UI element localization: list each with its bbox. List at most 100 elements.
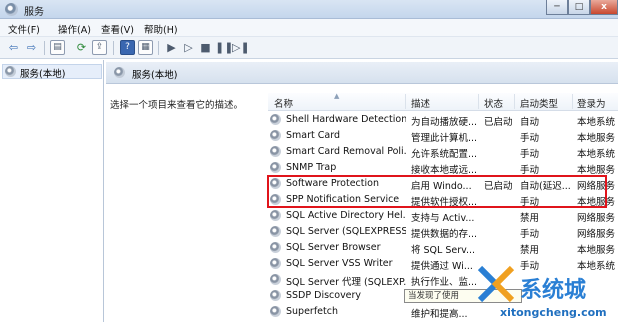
table-row[interactable]: SQL Server (SQLEXPRESS) 提供数据的存... 手动 网络服务: [268, 224, 618, 240]
table-row[interactable]: SQL Server Browser 将 SQL Serv... 禁用 本地服务: [268, 240, 618, 256]
service-description: 为自动播放硬...: [411, 117, 476, 128]
service-description: 启用 Windo...: [411, 181, 472, 192]
service-name: Software Protection: [286, 178, 379, 189]
forward-icon[interactable]: ⇨: [24, 40, 39, 55]
service-gear-icon: [270, 146, 281, 157]
service-gear-icon: [270, 194, 281, 205]
watermark-logo-icon: [477, 265, 515, 303]
menu-view[interactable]: 查看(V): [101, 22, 134, 36]
service-description: 接收本地或远...: [411, 165, 476, 176]
menu-help[interactable]: 帮助(H): [144, 22, 178, 36]
service-name: SPP Notification Service: [286, 194, 400, 205]
pause-icon[interactable]: ❚❚: [215, 40, 233, 55]
service-description: 维护和提高...: [411, 309, 468, 320]
refresh-icon[interactable]: ⟳: [74, 40, 89, 55]
table-row[interactable]: Smart Card Removal Poli... 允许系统配置... 手动 本地系…: [268, 144, 618, 160]
services-gear-icon: [5, 66, 16, 77]
toolbar-separator: [44, 41, 45, 55]
watermark-url: xitongcheng.com: [500, 306, 607, 319]
service-gear-icon: [270, 178, 281, 189]
column-divider[interactable]: [478, 94, 479, 109]
service-gear-icon: [270, 290, 281, 301]
table-header: 名称 ▲ 描述 状态 启动类型 登录为: [268, 92, 618, 111]
service-startup-type: 手动: [520, 165, 540, 176]
column-logon-header[interactable]: 登录为: [577, 96, 606, 110]
service-name: SSDP Discovery: [286, 290, 362, 301]
watermark: 系统城 xitongcheng.com: [470, 262, 618, 322]
stop-icon[interactable]: ■: [198, 40, 213, 55]
toolbar-separator: [113, 41, 114, 55]
column-name-header[interactable]: 名称: [274, 96, 293, 110]
table-row[interactable]: Software Protection 启用 Windo... 已启动 自动(延迟..…: [268, 176, 618, 192]
service-logon-as: 本地服务: [577, 165, 616, 176]
service-logon-as: 本地服务: [577, 197, 616, 208]
service-description: 允许系统配置...: [411, 149, 476, 160]
service-logon-as: 本地服务: [577, 133, 616, 144]
back-icon[interactable]: ⇦: [6, 40, 21, 55]
service-name: Smart Card Removal Poli...: [286, 146, 406, 157]
minimize-button[interactable]: ─: [546, 0, 568, 15]
service-status: 已启动: [484, 117, 513, 128]
properties-icon[interactable]: ▦: [138, 40, 153, 55]
service-logon-as: 网络服务: [577, 229, 616, 240]
service-startup-type: 自动(延迟...: [520, 181, 571, 192]
service-gear-icon: [270, 258, 281, 269]
table-row[interactable]: Smart Card 管理此计算机... 手动 本地服务: [268, 128, 618, 144]
column-divider[interactable]: [514, 94, 515, 109]
column-divider[interactable]: [405, 94, 406, 109]
pane-header-label: 服务(本地): [132, 70, 178, 81]
service-name: SQL Server (SQLEXPRESS): [286, 226, 406, 237]
service-logon-as: 本地服务: [577, 245, 616, 256]
service-description: 支持与 Activ...: [411, 213, 475, 224]
column-status-header[interactable]: 状态: [484, 96, 503, 110]
service-gear-icon: [270, 226, 281, 237]
column-description-header[interactable]: 描述: [411, 96, 430, 110]
start-alt-icon[interactable]: ▷: [181, 40, 196, 55]
service-gear-icon: [270, 306, 281, 317]
service-description: 提供数据的存...: [411, 229, 476, 240]
description-hint: 选择一个项目来查看它的描述。: [110, 100, 244, 111]
service-gear-icon: [270, 162, 281, 173]
table-row[interactable]: SPP Notification Service 提供软件授权... 手动 本地服务: [268, 192, 618, 208]
export-icon[interactable]: ⇪: [92, 40, 107, 55]
service-name: Superfetch: [286, 306, 338, 317]
column-divider[interactable]: [572, 94, 573, 109]
service-status: 已启动: [484, 181, 513, 192]
window-title: 服务: [24, 7, 44, 18]
service-name: SQL Server VSS Writer: [286, 258, 393, 269]
table-row[interactable]: Shell Hardware Detection 为自动播放硬... 已启动 自动 本地…: [268, 112, 618, 128]
service-gear-icon: [270, 274, 281, 285]
service-logon-as: 本地系统: [577, 117, 616, 128]
service-gear-icon: [270, 130, 281, 141]
menu-action[interactable]: 操作(A): [58, 22, 91, 36]
service-startup-type: 手动: [520, 133, 540, 144]
help-icon[interactable]: ?: [120, 40, 135, 55]
title-bar: 服务 ─ □ x: [0, 0, 618, 19]
service-startup-type: 手动: [520, 197, 540, 208]
toolbar: ⇦ ⇨ ▤ ⟳ ⇪ ? ▦ ▶ ▷ ■ ❚❚ ▷❚: [0, 37, 618, 59]
service-name: SNMP Trap: [286, 162, 337, 173]
sort-ascending-icon: ▲: [334, 92, 340, 100]
show-hide-tree-icon[interactable]: ▤: [50, 40, 65, 55]
tree-item-services-local[interactable]: 服务(本地): [2, 64, 102, 80]
menu-file[interactable]: 文件(F): [8, 22, 40, 36]
table-row[interactable]: SQL Active Directory Hel... 支持与 Activ... 禁…: [268, 208, 618, 224]
service-startup-type: 手动: [520, 229, 540, 240]
restart-icon[interactable]: ▷❚: [232, 40, 250, 55]
table-row[interactable]: SNMP Trap 接收本地或远... 手动 本地服务: [268, 160, 618, 176]
service-description: 管理此计算机...: [411, 133, 476, 144]
service-name: Smart Card: [286, 130, 340, 141]
service-startup-type: 自动: [520, 117, 540, 128]
column-startup-header[interactable]: 启动类型: [520, 96, 558, 110]
service-description: 执行作业、监...: [411, 277, 476, 288]
service-description: 将 SQL Serv...: [411, 245, 476, 256]
service-description: 提供软件授权...: [411, 197, 476, 208]
maximize-button[interactable]: □: [568, 0, 590, 15]
start-icon[interactable]: ▶: [164, 40, 179, 55]
service-name: Shell Hardware Detection: [286, 114, 406, 125]
service-logon-as: 网络服务: [577, 213, 616, 224]
console-tree: 服务(本地): [0, 60, 104, 322]
service-startup-type: 禁用: [520, 213, 540, 224]
close-button[interactable]: x: [590, 0, 618, 15]
menu-bar: 文件(F) 操作(A) 查看(V) 帮助(H): [0, 19, 618, 37]
